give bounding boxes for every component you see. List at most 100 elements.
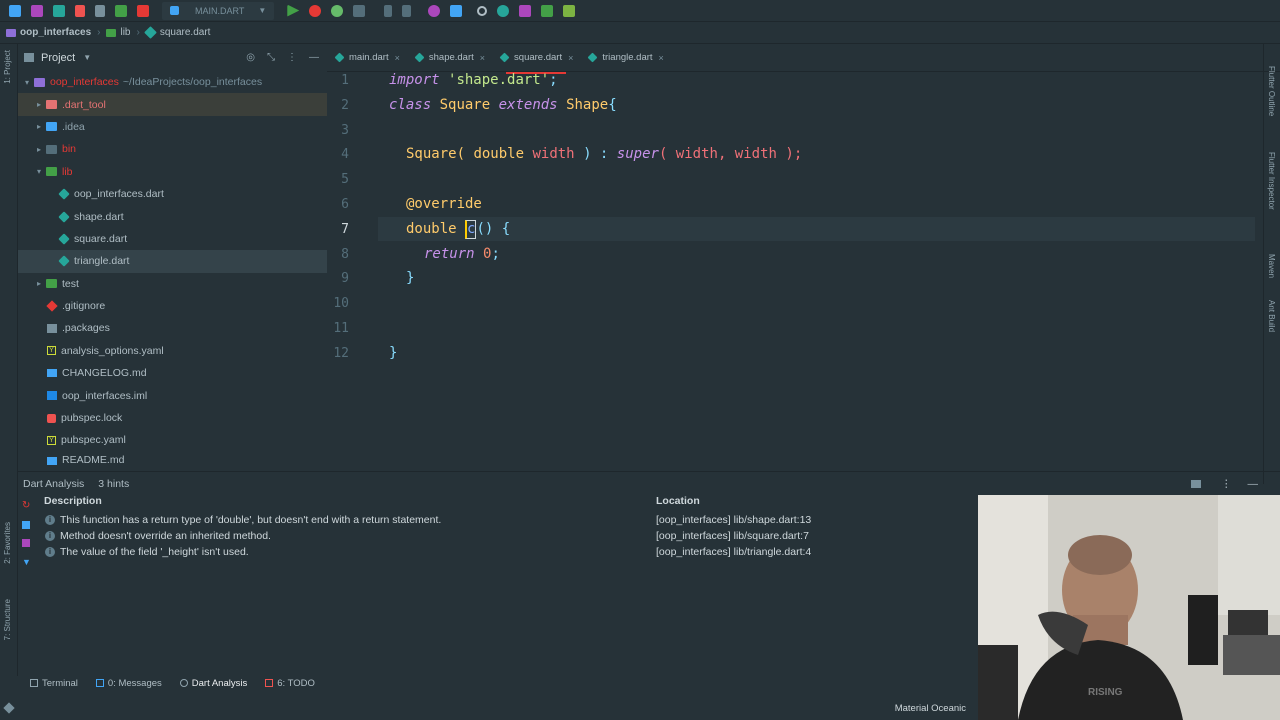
tree-item-iml[interactable]: oop_interfaces.iml [18,384,327,406]
tree-item-dart-tool[interactable]: ▸ .dart_tool [18,93,327,116]
tab-terminal[interactable]: Terminal [30,678,78,689]
tree-item-triangle-dart[interactable]: triangle.dart [18,250,327,273]
structure-icon[interactable] [450,4,463,17]
tree-item-shape-dart[interactable]: shape.dart [18,205,327,227]
tree-item-label: analysis_options.yaml [61,344,164,357]
settings-icon[interactable] [428,4,441,17]
editor-tab-bar: main.dart × shape.dart × square.dart × t… [327,44,1280,74]
chat-icon[interactable] [1191,479,1201,488]
locate-icon[interactable]: ◎ [246,52,255,63]
attach-icon[interactable] [384,4,393,17]
collapse-icon[interactable]: ⤡ [267,52,275,63]
tree-item-label: CHANGELOG.md [62,367,147,380]
grid-icon[interactable] [519,4,532,17]
maven-tool-button[interactable]: Maven [1267,254,1276,278]
code-token: class [389,97,432,113]
code-token: Square [439,97,491,113]
tree-item-test[interactable]: ▸ test [18,273,327,295]
tree-item-pubspec-yaml[interactable]: Y pubspec.yaml [18,429,327,451]
analysis-row[interactable]: i This function has a return type of 'do… [40,512,980,528]
project-tool-button[interactable]: 1: Project [3,50,12,84]
debug-icon[interactable] [309,4,322,17]
col-location[interactable]: Location [656,495,700,507]
run-config-select[interactable]: MAIN.DART ▼ [162,1,275,20]
plugin-icon[interactable] [563,4,576,17]
module-file-icon [47,391,57,401]
more-icon[interactable]: ⋮ [1221,478,1232,490]
back-icon[interactable] [75,4,85,17]
tree-item-readme[interactable]: README.md [18,452,327,466]
tree-item-pubspec-lock[interactable]: pubspec.lock [18,407,327,429]
save-icon[interactable] [31,4,43,17]
line-number: 7 [341,222,349,237]
close-icon[interactable]: × [395,53,400,63]
flutter-outline-tool-button[interactable]: Flutter Outline [1267,66,1276,116]
chevron-down-icon[interactable]: ▼ [83,53,91,62]
code-token: } [389,345,398,361]
profile-icon[interactable] [331,4,344,17]
tab-todo[interactable]: 6: TODO [265,678,315,689]
line-number: 12 [333,346,349,361]
run-icon[interactable] [287,4,300,17]
tree-item-bin[interactable]: ▸ bin [18,138,327,160]
analysis-location: [oop_interfaces] lib/triangle.dart:4 [656,546,812,558]
breadcrumb-file[interactable]: square.dart [143,26,210,39]
markdown-file-icon [47,456,57,465]
dart-file-icon [143,26,157,39]
tree-item-packages[interactable]: .packages [18,317,327,339]
hot-reload-icon[interactable] [497,4,510,17]
close-icon[interactable]: × [659,53,664,63]
build-icon[interactable] [115,4,127,17]
tree-item-label: test [62,277,79,290]
tree-item-oop-interfaces-dart[interactable]: oop_interfaces.dart [18,183,327,205]
tab-main-dart[interactable]: main.dart × [327,44,407,72]
gear-icon[interactable]: ⋮ [287,52,297,63]
forward-icon[interactable] [95,4,105,17]
project-panel-title[interactable]: Project [41,52,75,64]
ant-build-tool-button[interactable]: Ant Build [1267,300,1276,332]
tab-shape-dart[interactable]: shape.dart × [407,44,492,72]
layout-icon[interactable] [541,4,554,17]
stop-icon[interactable] [353,4,366,17]
analysis-row[interactable]: i Method doesn't override an inherited m… [40,528,980,544]
funnel-icon[interactable]: ▼ [22,557,34,567]
tree-root[interactable]: ▾ oop_interfaces ~/IdeaProjects/oop_inte… [18,71,327,93]
download-icon[interactable] [402,4,412,17]
tree-item-square-dart[interactable]: square.dart [18,228,327,250]
analysis-location: [oop_interfaces] lib/shape.dart:13 [656,514,812,526]
tab-triangle-dart[interactable]: triangle.dart × [580,44,670,72]
tab-messages[interactable]: 0: Messages [95,678,162,689]
code-line-8: return 0; [424,246,500,271]
analysis-description: This function has a return type of 'doub… [60,514,442,526]
structure-tool-button[interactable]: 7: Structure [3,599,12,640]
col-description[interactable]: Description [44,495,102,507]
tree-item-changelog[interactable]: CHANGELOG.md [18,362,327,384]
sync-icon[interactable] [53,4,65,17]
breadcrumb-folder[interactable]: lib › [106,27,140,38]
close-icon[interactable]: × [568,53,573,63]
close-icon[interactable]: × [480,53,485,63]
list-icon[interactable] [22,539,30,547]
hammer-icon[interactable] [137,4,149,17]
tree-item-idea[interactable]: ▸ .idea [18,116,327,138]
folder-icon [46,279,57,289]
layers-icon[interactable] [3,702,15,714]
filter-icon[interactable] [22,521,30,529]
hide-icon[interactable]: — [309,52,319,63]
search-icon[interactable] [477,5,488,16]
open-icon[interactable] [9,4,21,17]
favorites-tool-button[interactable]: 2: Favorites [3,522,12,564]
breadcrumb-project[interactable]: oop_interfaces › [6,27,100,38]
dart-file-icon [587,52,598,63]
tab-dart-analysis[interactable]: Dart Analysis [179,678,247,689]
code-editor[interactable]: import 'shape.dart'; class Square extend… [389,72,1255,467]
hide-icon[interactable]: — [1248,478,1259,490]
info-icon: i [45,515,55,525]
flutter-inspector-tool-button[interactable]: Flutter Inspector [1267,152,1276,210]
tree-item-lib[interactable]: ▾ lib [18,161,327,183]
tab-square-dart[interactable]: square.dart × [492,44,580,74]
analysis-row[interactable]: i The value of the field '_height' isn't… [40,544,980,560]
tree-item-analysis-options[interactable]: Y analysis_options.yaml [18,340,327,362]
tree-item-gitignore[interactable]: .gitignore [18,295,327,317]
theme-indicator[interactable]: Material Oceanic [895,703,966,714]
